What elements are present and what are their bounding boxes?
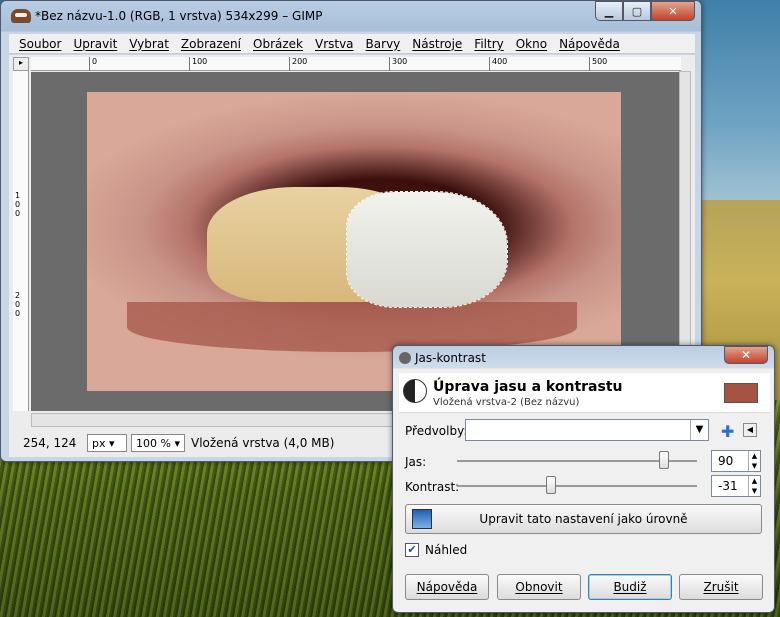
vertical-ruler[interactable]: 1 0 0 2 0 0	[13, 71, 29, 411]
help-button[interactable]: Nápověda	[405, 574, 489, 600]
edit-as-levels-button[interactable]: Upravit tato nastavení jako úrovně	[405, 504, 762, 534]
menu-vrstva[interactable]: Vrstva	[315, 37, 354, 51]
menu-okno[interactable]: Okno	[516, 37, 547, 51]
menu-barvy[interactable]: Barvy	[366, 37, 401, 51]
gimp-icon	[399, 352, 411, 364]
maximize-icon[interactable]: ▢	[623, 1, 651, 21]
dialog-heading: Úprava jasu a kontrastu	[433, 379, 623, 395]
unit-value: px	[92, 436, 106, 450]
contrast-label: Kontrast:	[405, 480, 460, 494]
ruler-tick: 100	[189, 57, 207, 71]
ruler-tick: 2 0 0	[15, 291, 21, 318]
window-title: *Bez názvu-1.0 (RGB, 1 vrstva) 534x299 –…	[35, 9, 323, 23]
spin-arrows-icon[interactable]: ▲ ▼	[748, 476, 760, 496]
levels-icon	[412, 509, 432, 529]
dialog-title: Jas-kontrast	[415, 351, 486, 365]
ruler-tick: 400	[489, 57, 507, 71]
presets-combo[interactable]: ▼	[465, 419, 709, 441]
menu-obrazek[interactable]: Obrázek	[253, 37, 303, 51]
close-icon[interactable]: ✕	[724, 346, 768, 364]
window-controls: ▁ ▢ ✕	[595, 1, 695, 21]
cancel-button[interactable]: Zrušit	[679, 574, 763, 600]
menu-filtry[interactable]: Filtry	[474, 37, 503, 51]
menu-upravit[interactable]: Upravit	[73, 37, 117, 51]
brightness-contrast-icon	[403, 379, 427, 403]
preset-menu-icon[interactable]: ◀	[743, 423, 757, 437]
layer-thumbnail	[724, 383, 758, 403]
presets-label: Předvolby:	[405, 424, 468, 438]
zoom-select[interactable]: 100 % ▾	[131, 434, 185, 452]
ruler-tick: 200	[289, 57, 307, 71]
contrast-slider-handle[interactable]	[546, 476, 556, 494]
brightness-value: 90	[718, 454, 734, 468]
chevron-down-icon[interactable]: ▼	[690, 420, 708, 440]
layer-info: Vložená vrstva (4,0 MB)	[191, 436, 335, 450]
horizontal-ruler[interactable]: 0 100 200 300 400 500	[31, 57, 681, 71]
spin-arrows-icon[interactable]: ▲ ▼	[748, 451, 760, 471]
ruler-tick: 300	[389, 57, 407, 71]
contrast-value: -31	[718, 479, 738, 493]
brightness-contrast-dialog[interactable]: Jas-kontrast ✕ Úprava jasu a kontrastu V…	[392, 345, 775, 613]
add-preset-icon[interactable]: ✚	[721, 422, 734, 441]
ruler-tick: 0	[89, 57, 97, 71]
reset-button[interactable]: Obnovit	[497, 574, 581, 600]
dialog-header: Úprava jasu a kontrastu Vložená vrstva-2…	[399, 373, 770, 413]
brightness-slider-handle[interactable]	[659, 451, 669, 469]
gimp-icon	[11, 9, 31, 23]
preview-checkbox[interactable]: ✔	[405, 543, 419, 557]
contrast-spinbox[interactable]: -31 ▲ ▼	[711, 475, 761, 497]
preview-label: Náhled	[425, 543, 468, 557]
dialog-subheading: Vložená vrstva-2 (Bez názvu)	[433, 397, 580, 408]
menu-zobrazeni[interactable]: Zobrazení	[181, 37, 241, 51]
close-icon[interactable]: ✕	[651, 1, 695, 21]
menu-bar: Soubor Upravit Vybrat Zobrazení Obrázek …	[9, 34, 695, 54]
edit-as-levels-label: Upravit tato nastavení jako úrovně	[479, 512, 688, 526]
whitened-teeth-selection	[346, 191, 508, 308]
minimize-icon[interactable]: ▁	[595, 1, 623, 21]
quickmask-toggle[interactable]: ▸	[13, 57, 29, 71]
brightness-spinbox[interactable]: 90 ▲ ▼	[711, 450, 761, 472]
brightness-label: Jas:	[405, 455, 427, 469]
menu-nastroje[interactable]: Nástroje	[412, 37, 462, 51]
menu-soubor[interactable]: Soubor	[19, 37, 61, 51]
zoom-value: 100 %	[136, 436, 171, 450]
unit-select[interactable]: px ▾	[87, 434, 127, 452]
menu-vybrat[interactable]: Vybrat	[129, 37, 169, 51]
menu-napoveda[interactable]: Nápověda	[559, 37, 620, 51]
contrast-slider-track[interactable]	[457, 485, 697, 487]
pointer-coords: 254, 124	[23, 436, 77, 450]
ruler-tick: 1 0 0	[15, 191, 21, 218]
ruler-tick: 500	[589, 57, 607, 71]
ok-button[interactable]: Budiž	[588, 574, 672, 600]
